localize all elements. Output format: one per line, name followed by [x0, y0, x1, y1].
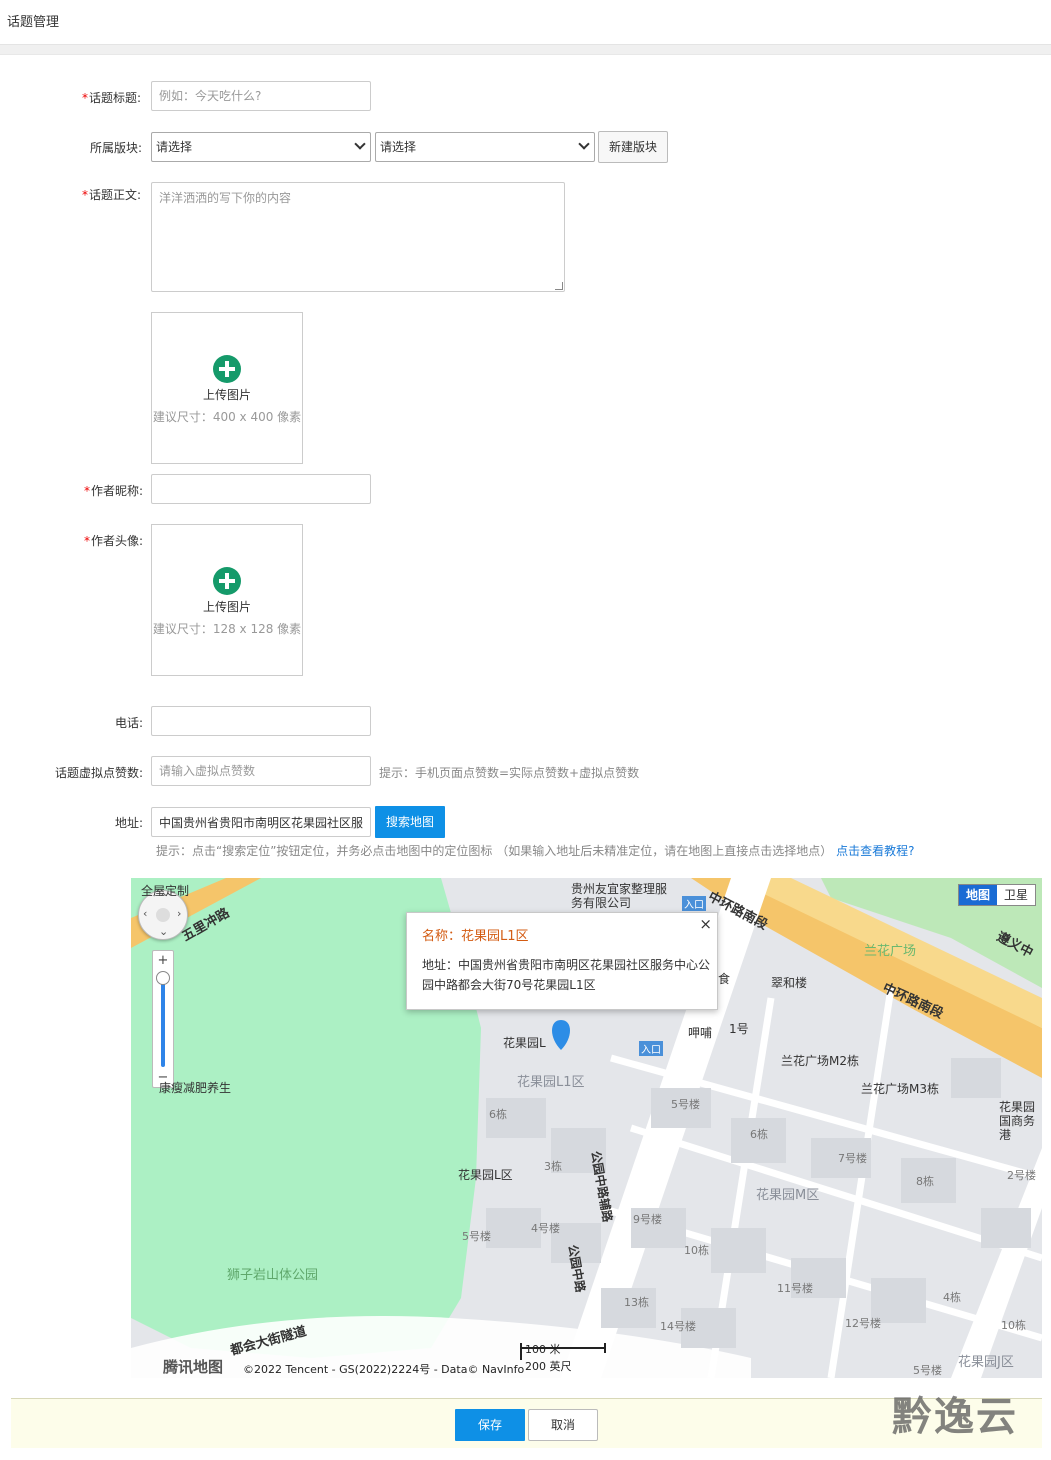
watermark-logo: 黔逸云	[892, 1394, 1018, 1440]
map-building-label: 14号楼	[660, 1320, 696, 1333]
map-poi-label: 呷哺	[688, 1026, 713, 1040]
map-type-map-button[interactable]: 地图	[959, 885, 997, 905]
upload-size-hint: 建议尺寸：400 x 400 像素	[152, 410, 302, 424]
map-building-label: 5号楼	[913, 1364, 942, 1377]
pan-down-icon[interactable]: ⌄	[159, 925, 168, 938]
map-zoom-control[interactable]: + −	[152, 950, 174, 1088]
map-poi-label: 花果园L区	[458, 1168, 513, 1182]
map-building-label: 11号楼	[777, 1282, 813, 1295]
phone-input[interactable]	[151, 706, 371, 736]
map-poi-label: 食	[718, 972, 731, 986]
map-poi-label: 花果园国商务港	[999, 1100, 1036, 1142]
address-input[interactable]	[151, 807, 371, 837]
map-poi-label: 康瘦减肥养生	[159, 1081, 232, 1095]
map-info-window: 名称：花果园L1区 地址：中国贵州省贵阳市南明区花果园社区服务中心公园中路都会大…	[406, 912, 718, 1010]
add-circle-icon	[213, 355, 241, 383]
chevron-down-icon	[578, 138, 590, 150]
address-label: 地址:	[115, 816, 144, 830]
zoom-slider-knob[interactable]	[156, 971, 170, 985]
map-poi-label: 兰花广场M3栋	[861, 1082, 939, 1096]
body-textarea[interactable]: 洋洋洒洒的写下你的内容	[151, 182, 565, 292]
avatar-label: *作者头像:	[84, 534, 144, 548]
map-type-switch[interactable]: 地图 卫星	[958, 884, 1036, 906]
map-building-label: 13栋	[624, 1296, 649, 1309]
new-section-button[interactable]: 新建版块	[598, 131, 668, 163]
map-building-label: 4栋	[943, 1291, 961, 1304]
section-select-secondary[interactable]: 请选择	[375, 132, 595, 162]
map-building-label: 5号楼	[671, 1098, 700, 1111]
topic-title-input[interactable]	[151, 81, 371, 111]
map-building-label: 3栋	[544, 1160, 562, 1173]
map-building-label: 2号楼	[1007, 1169, 1036, 1182]
map-area-label: 狮子岩山体公园	[227, 1268, 319, 1283]
address-tip: 提示：点击“搜索定位”按钮定位，并务必点击地图中的定位图标 （如果输入地址后未精…	[156, 844, 915, 858]
cancel-button[interactable]: 取消	[528, 1409, 598, 1441]
zoom-slider-track[interactable]	[161, 977, 165, 1067]
tutorial-link[interactable]: 点击查看教程?	[836, 844, 914, 858]
info-name: 名称：花果园L1区	[422, 929, 529, 944]
virtual-likes-label: 话题虚拟点赞数:	[55, 766, 144, 780]
map-building-label: 4号楼	[531, 1222, 560, 1235]
header-divider	[0, 44, 1051, 55]
phone-label: 电话:	[115, 716, 144, 730]
virtual-likes-input[interactable]	[151, 756, 371, 786]
map-building-label: 9号楼	[633, 1213, 662, 1226]
map-building-label: 5号楼	[462, 1230, 491, 1243]
page-title: 话题管理	[7, 15, 60, 30]
map-building-label: 8栋	[916, 1175, 934, 1188]
map-type-satellite-button[interactable]: 卫星	[997, 885, 1035, 905]
map-building-label: 10栋	[684, 1244, 709, 1257]
virtual-likes-tip: 提示：手机页面点赞数=实际点赞数+虚拟点赞数	[379, 766, 640, 780]
map-scale-meters: 100 米	[525, 1343, 561, 1356]
map-area-label: 花果园L1区	[517, 1075, 585, 1090]
search-map-button[interactable]: 搜索地图	[375, 806, 445, 838]
zoom-in-icon[interactable]: +	[153, 953, 173, 968]
section-label: 所属版块:	[90, 141, 143, 155]
map-area-label: 兰花广场	[864, 944, 917, 959]
pan-right-icon[interactable]: ›	[177, 907, 181, 920]
map-poi-label: 贵州友宜家整理服务有限公司	[571, 882, 668, 910]
map-logo: 腾讯地图	[163, 1358, 224, 1376]
map-building-label: 6栋	[750, 1128, 768, 1141]
upload-label: 上传图片	[202, 600, 251, 614]
section-select-primary[interactable]: 请选择	[151, 132, 371, 162]
map-building-label: 7号楼	[838, 1152, 867, 1165]
upload-size-hint: 建议尺寸：128 x 128 像素	[152, 622, 302, 636]
map-building-label: 6栋	[489, 1108, 507, 1121]
upload-label: 上传图片	[202, 388, 251, 402]
map-building-label: 10栋	[1001, 1319, 1026, 1332]
map-poi-label: 翠和楼	[771, 976, 808, 990]
save-button[interactable]: 保存	[455, 1409, 525, 1441]
map-area-label: 花果园J区	[958, 1355, 1014, 1370]
map-area-label: 花果园M区	[756, 1188, 820, 1203]
page-header: 话题管理	[0, 0, 1051, 44]
map-scale-feet: 200 英尺	[525, 1360, 572, 1373]
map-entrance-label: 入口	[682, 896, 706, 911]
body-label: *话题正文:	[82, 188, 142, 202]
add-circle-icon	[213, 567, 241, 595]
close-icon[interactable]: ×	[699, 915, 712, 933]
info-address: 地址：中国贵州省贵阳市南明区花果园社区服务中心公园中路都会大街70号花果园L1区	[422, 958, 711, 992]
image-upload-box[interactable]: 上传图片 建议尺寸：400 x 400 像素	[151, 312, 303, 464]
nickname-input[interactable]	[151, 474, 371, 504]
map-poi-label: 1号	[729, 1022, 749, 1036]
pan-center	[156, 908, 170, 922]
map-view[interactable]: 地图 卫星 ⌃ ‹ › ⌄ + − 全屋定制 五里冲路 贵州友宜家整理服务有限公…	[131, 878, 1042, 1378]
map-poi-label: 兰花广场M2栋	[781, 1054, 859, 1068]
pan-left-icon[interactable]: ‹	[143, 907, 147, 920]
map-entrance-label: 入口	[639, 1041, 663, 1056]
map-poi-label: 全屋定制	[141, 884, 190, 898]
topic-title-label: *话题标题:	[82, 91, 142, 105]
map-copyright: ©2022 Tencent - GS(2022)2224号 - Data© Na…	[243, 1363, 525, 1376]
resize-handle-icon[interactable]	[555, 282, 563, 290]
avatar-upload-box[interactable]: 上传图片 建议尺寸：128 x 128 像素	[151, 524, 303, 676]
form-footer	[11, 1398, 1042, 1448]
nickname-label: *作者昵称:	[84, 484, 144, 498]
map-poi-label: 花果园L	[503, 1036, 546, 1050]
map-building-label: 12号楼	[845, 1317, 881, 1330]
chevron-down-icon	[354, 138, 366, 150]
